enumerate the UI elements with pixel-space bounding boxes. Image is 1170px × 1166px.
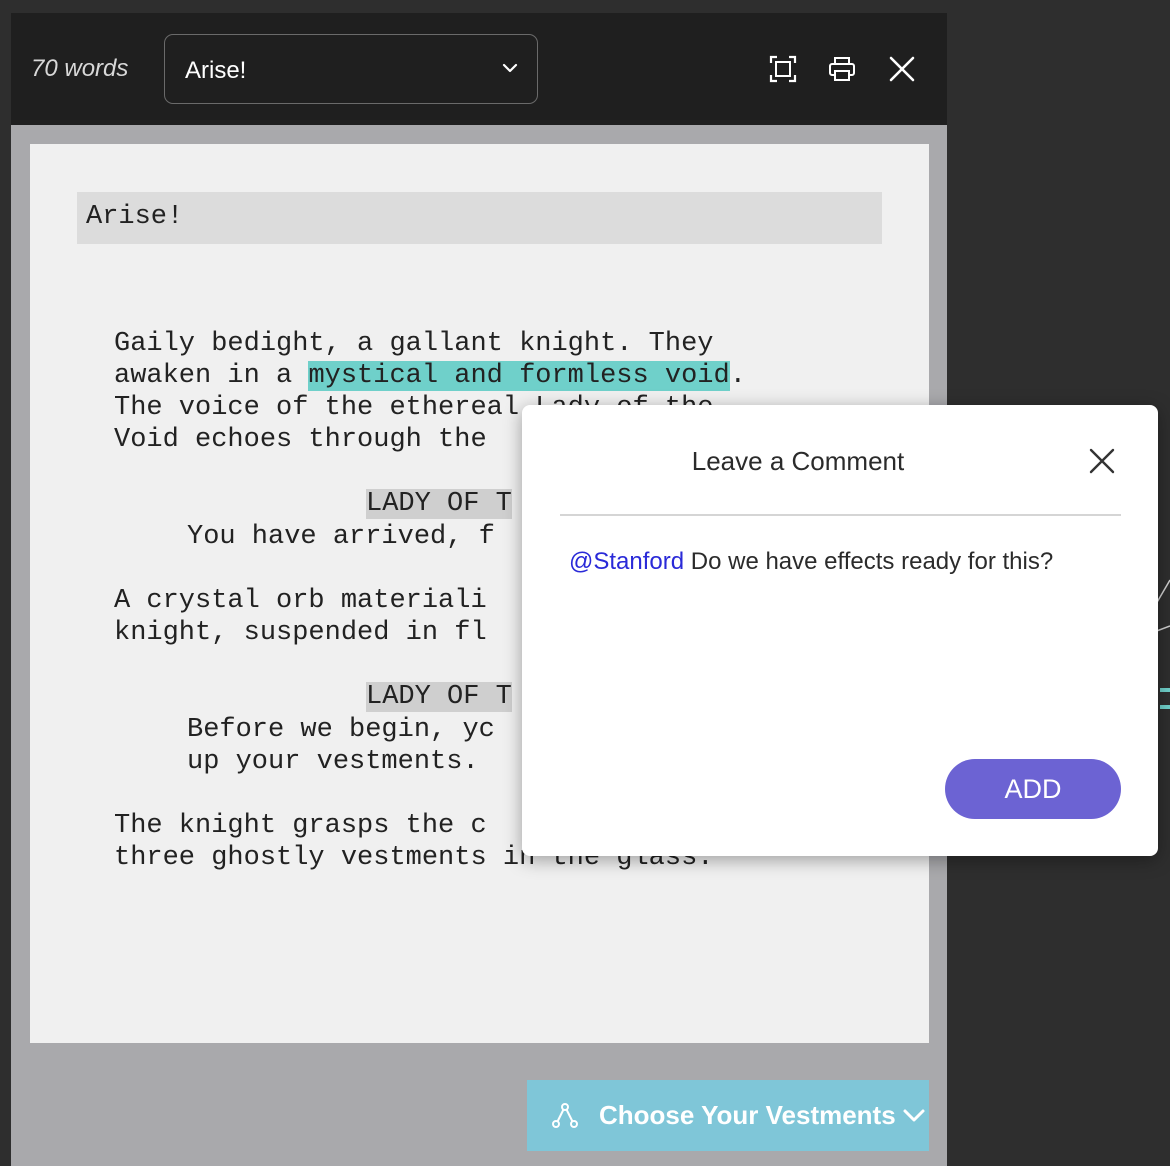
scene-select-value: Arise!: [185, 57, 247, 84]
word-count: 70 words: [31, 55, 129, 82]
scene-heading: Arise!: [77, 192, 882, 244]
dialogue-line: up your vestments.: [187, 747, 479, 777]
action-line: Void echoes through the: [114, 425, 487, 455]
user-mention: @Stanford: [569, 548, 685, 575]
commented-highlight[interactable]: mystical and formless void: [308, 361, 730, 391]
text-span: awaken in a: [114, 361, 309, 391]
action-line: The knight grasps the c: [114, 811, 487, 841]
chevron-down-icon: [502, 63, 518, 73]
character-name-text: LADY OF T: [366, 489, 512, 519]
character-name: LADY OF T: [366, 681, 512, 713]
comment-modal: Leave a Comment @Stanford Do we have eff…: [522, 405, 1158, 856]
preview-toolbar: 70 words Arise!: [11, 13, 947, 125]
scene-select[interactable]: Arise!: [164, 34, 538, 104]
choose-vestments-label: Choose Your Vestments: [599, 1100, 896, 1130]
dialogue-line: You have arrived, f: [187, 522, 495, 552]
modal-title: Leave a Comment: [691, 446, 905, 476]
action-line: knight, suspended in fl: [114, 618, 487, 648]
text-span: .: [729, 361, 746, 391]
print-icon[interactable]: [828, 55, 856, 83]
action-line: A crystal orb materiali: [114, 586, 487, 616]
comment-input[interactable]: @Stanford Do we have effects ready for t…: [569, 548, 1109, 576]
dialogue-line: Before we begin, yc: [187, 715, 495, 745]
close-icon[interactable]: [1088, 447, 1116, 475]
divider: [560, 514, 1121, 516]
focus-mode-icon[interactable]: [769, 55, 797, 83]
branch-icon: [552, 1102, 578, 1128]
action-line: Gaily bedight, a gallant knight. They: [114, 329, 714, 359]
comment-text: Do we have effects ready for this?: [684, 548, 1054, 575]
action-line: awaken in a mystical and formless void.: [114, 360, 746, 392]
character-name: LADY OF T: [366, 488, 512, 520]
chevron-down-icon: [903, 1109, 925, 1121]
close-icon[interactable]: [888, 55, 916, 83]
add-comment-button[interactable]: ADD: [945, 759, 1121, 819]
choose-vestments-button[interactable]: Choose Your Vestments: [527, 1080, 929, 1151]
character-name-text: LADY OF T: [366, 682, 512, 712]
